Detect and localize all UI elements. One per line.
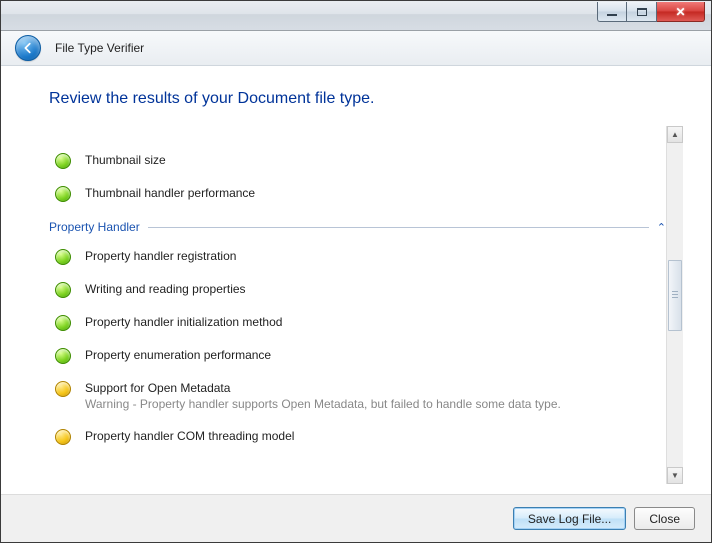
minimize-button[interactable]	[597, 2, 627, 22]
result-item: Property handler initialization method	[49, 306, 666, 339]
section-title: Property Handler	[49, 220, 140, 234]
result-item: Property enumeration performance	[49, 339, 666, 372]
back-button[interactable]	[15, 35, 41, 61]
close-button[interactable]: Close	[634, 507, 695, 530]
window-controls: ✕	[597, 2, 705, 22]
page-heading: Review the results of your Document file…	[49, 90, 683, 108]
status-pass-icon	[55, 153, 71, 169]
result-item: Property handler COM threading model	[49, 420, 666, 453]
result-item: Writing and reading properties	[49, 273, 666, 306]
titlebar: ✕	[1, 1, 711, 31]
minimize-icon	[607, 14, 617, 16]
chevron-up-icon: ⌃	[657, 221, 666, 234]
content-area: Review the results of your Document file…	[1, 66, 711, 494]
result-sublabel: Warning - Property handler supports Open…	[85, 396, 561, 412]
footer: Save Log File... Close	[1, 494, 711, 542]
save-log-button[interactable]: Save Log File...	[513, 507, 626, 530]
maximize-button[interactable]	[627, 2, 657, 22]
scrollbar-thumb[interactable]	[668, 260, 682, 331]
result-label: Property handler COM threading model	[85, 428, 294, 444]
result-item: Thumbnail size	[49, 144, 666, 177]
status-pass-icon	[55, 315, 71, 331]
result-label: Thumbnail size	[85, 152, 166, 168]
window-close-button[interactable]: ✕	[657, 2, 705, 22]
status-warn-icon	[55, 429, 71, 445]
navbar: File Type Verifier	[1, 31, 711, 66]
result-label: Thumbnail handler performance	[85, 185, 255, 201]
status-pass-icon	[55, 348, 71, 364]
result-label: Property handler initialization method	[85, 314, 282, 330]
result-label: Property handler registration	[85, 248, 236, 264]
vertical-scrollbar[interactable]: ▲ ▼	[666, 126, 683, 484]
app-window: ✕ File Type Verifier Review the results …	[0, 0, 712, 543]
maximize-icon	[637, 8, 647, 16]
result-label: Property enumeration performance	[85, 347, 271, 363]
status-warn-icon	[55, 381, 71, 397]
section-header-property-handler[interactable]: Property Handler ⌃	[49, 210, 666, 240]
section-divider	[148, 227, 649, 228]
results-container: Thumbnail size Thumbnail handler perform…	[49, 126, 683, 484]
result-text: Support for Open Metadata Warning - Prop…	[85, 380, 561, 412]
result-item: Thumbnail handler performance	[49, 177, 666, 210]
result-item: Property handler registration	[49, 240, 666, 273]
scroll-down-button[interactable]: ▼	[667, 467, 683, 484]
status-pass-icon	[55, 249, 71, 265]
status-pass-icon	[55, 186, 71, 202]
result-label: Support for Open Metadata	[85, 380, 561, 396]
app-title: File Type Verifier	[55, 41, 144, 55]
result-item: Support for Open Metadata Warning - Prop…	[49, 372, 666, 420]
arrow-left-icon	[21, 41, 35, 55]
scrollbar-track[interactable]	[667, 143, 683, 467]
close-icon: ✕	[675, 5, 685, 19]
result-label: Writing and reading properties	[85, 281, 246, 297]
results-list: Thumbnail size Thumbnail handler perform…	[49, 126, 666, 484]
scroll-up-button[interactable]: ▲	[667, 126, 683, 143]
status-pass-icon	[55, 282, 71, 298]
